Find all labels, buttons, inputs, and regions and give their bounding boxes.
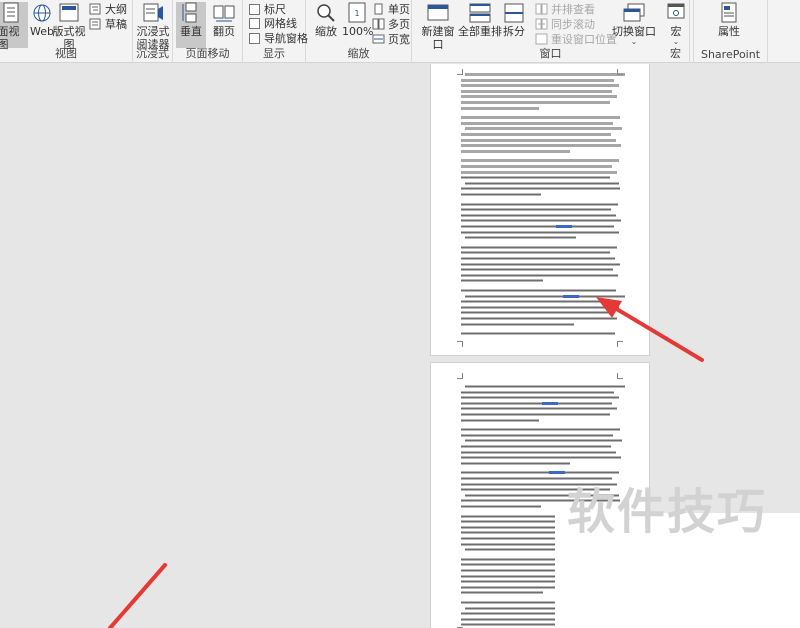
annotation-arrows bbox=[108, 297, 704, 628]
red-arrow-icon bbox=[596, 297, 704, 362]
red-arrow-icon bbox=[108, 563, 167, 628]
